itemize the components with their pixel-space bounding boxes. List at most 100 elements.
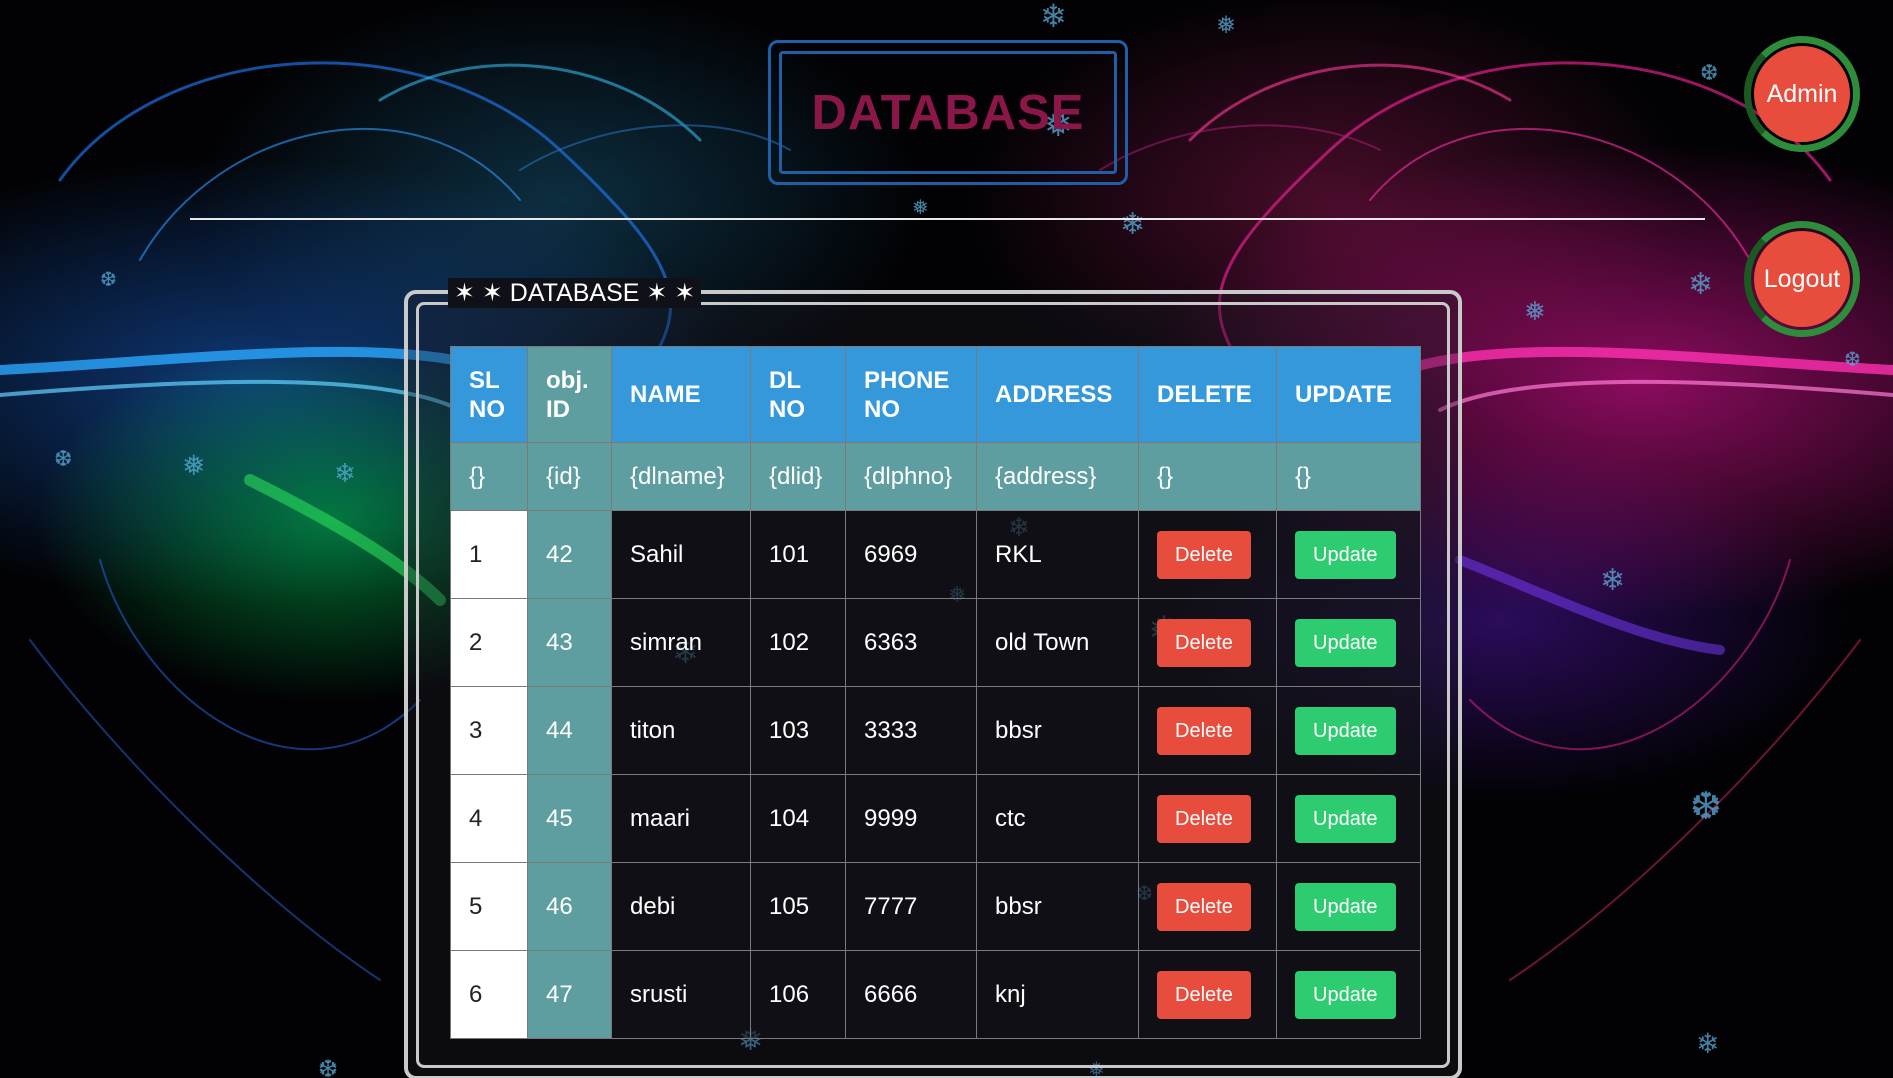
snowflake-icon: ❆ xyxy=(318,1056,339,1078)
cell-sl-no: 1 xyxy=(450,510,528,599)
column-header-dl-no: DL NO xyxy=(750,346,846,443)
snowflake-icon: ❄ xyxy=(1688,268,1714,301)
column-header-update: UPDATE xyxy=(1276,346,1421,443)
cell-address: old Town xyxy=(976,598,1139,687)
cell-delete: Delete xyxy=(1138,510,1277,599)
cell-update: Update xyxy=(1276,862,1421,951)
cell-phone-no: 7777 xyxy=(845,862,977,951)
delete-button[interactable]: Delete xyxy=(1157,706,1251,755)
cell-sl-no: 2 xyxy=(450,598,528,687)
database-panel-legend: ✶ ✶ DATABASE ✶ ✶ xyxy=(448,278,702,308)
placeholder-cell: {address} xyxy=(976,442,1139,511)
logout-button-ring: Logout xyxy=(1744,221,1860,337)
cell-name: titon xyxy=(611,686,751,775)
snowflake-icon: ❅ xyxy=(1524,296,1546,326)
cell-update: Update xyxy=(1276,510,1421,599)
cell-obj-id: 47 xyxy=(527,950,612,1039)
column-header-name: NAME xyxy=(611,346,751,443)
placeholder-cell: {id} xyxy=(527,442,612,511)
placeholder-cell: {} xyxy=(1276,442,1421,511)
column-header-delete: DELETE xyxy=(1138,346,1277,443)
cell-delete: Delete xyxy=(1138,950,1277,1039)
cell-dl-no: 106 xyxy=(750,950,846,1039)
cell-dl-no: 105 xyxy=(750,862,846,951)
page-title-frame: DATABASE xyxy=(768,40,1128,185)
table-header-row: SL NO obj. ID NAME DL NO PHONE NO ADDRES… xyxy=(450,346,1421,443)
cell-name: maari xyxy=(611,774,751,863)
snowflake-icon: ❄ xyxy=(1040,0,1067,34)
update-button[interactable]: Update xyxy=(1295,882,1396,931)
table-row: 1 42 Sahil 101 6969 RKL Delete Update xyxy=(450,510,1421,599)
cell-phone-no: 3333 xyxy=(845,686,977,775)
snowflake-icon: ❄ xyxy=(1696,1028,1720,1059)
cell-delete: Delete xyxy=(1138,686,1277,775)
column-header-sl-no: SL NO xyxy=(450,346,528,443)
cell-address: bbsr xyxy=(976,686,1139,775)
cell-obj-id: 42 xyxy=(527,510,612,599)
update-button[interactable]: Update xyxy=(1295,970,1396,1019)
column-header-phone-no: PHONE NO xyxy=(845,346,977,443)
cell-address: ctc xyxy=(976,774,1139,863)
column-header-address: ADDRESS xyxy=(976,346,1139,443)
cell-update: Update xyxy=(1276,950,1421,1039)
delete-button[interactable]: Delete xyxy=(1157,970,1251,1019)
snowflake-icon: ❆ xyxy=(100,269,117,291)
cell-delete: Delete xyxy=(1138,598,1277,687)
cell-name: srusti xyxy=(611,950,751,1039)
update-button[interactable]: Update xyxy=(1295,794,1396,843)
cell-dl-no: 102 xyxy=(750,598,846,687)
cell-obj-id: 45 xyxy=(527,774,612,863)
cell-delete: Delete xyxy=(1138,774,1277,863)
placeholder-cell: {dlid} xyxy=(750,442,846,511)
snowflake-icon: ❅ xyxy=(912,197,929,219)
cell-obj-id: 43 xyxy=(527,598,612,687)
cell-sl-no: 3 xyxy=(450,686,528,775)
cell-obj-id: 44 xyxy=(527,686,612,775)
delete-button[interactable]: Delete xyxy=(1157,882,1251,931)
snowflake-icon: ❄ xyxy=(334,458,356,488)
update-button[interactable]: Update xyxy=(1295,530,1396,579)
placeholder-cell: {} xyxy=(450,442,528,511)
table-row: 6 47 srusti 106 6666 knj Delete Update xyxy=(450,950,1421,1039)
cell-address: bbsr xyxy=(976,862,1139,951)
delete-button[interactable]: Delete xyxy=(1157,794,1251,843)
cell-dl-no: 104 xyxy=(750,774,846,863)
cell-phone-no: 6666 xyxy=(845,950,977,1039)
cell-delete: Delete xyxy=(1138,862,1277,951)
page-title: DATABASE xyxy=(811,85,1085,140)
cell-address: knj xyxy=(976,950,1139,1039)
page-title-inner-frame: DATABASE xyxy=(779,51,1117,174)
cell-address: RKL xyxy=(976,510,1139,599)
cell-update: Update xyxy=(1276,774,1421,863)
cell-phone-no: 9999 xyxy=(845,774,977,863)
update-button[interactable]: Update xyxy=(1295,618,1396,667)
admin-button[interactable]: Admin xyxy=(1754,46,1850,142)
database-table: SL NO obj. ID NAME DL NO PHONE NO ADDRES… xyxy=(450,346,1421,1039)
snowflake-icon: ❆ xyxy=(54,446,73,471)
table-placeholder-row: {} {id} {dlname} {dlid} {dlphno} {addres… xyxy=(450,442,1421,511)
cell-obj-id: 46 xyxy=(527,862,612,951)
header-divider xyxy=(190,218,1705,220)
cell-sl-no: 5 xyxy=(450,862,528,951)
cell-name: Sahil xyxy=(611,510,751,599)
column-header-obj-id: obj. ID xyxy=(527,346,612,443)
snowflake-icon: ❄ xyxy=(1600,564,1626,597)
snowflake-icon: ❅ xyxy=(1216,12,1237,39)
page-background: ❄ ❅ ❆ ❅ ❄ ❅ ❆ ❄ ❅ ❆ ❆ ❅ ❄ ❄ ❄ ❅ ❅ ❄ ❆ ❆ … xyxy=(0,0,1893,1078)
logout-button[interactable]: Logout xyxy=(1754,231,1850,327)
update-button[interactable]: Update xyxy=(1295,706,1396,755)
cell-name: debi xyxy=(611,862,751,951)
delete-button[interactable]: Delete xyxy=(1157,530,1251,579)
cell-sl-no: 4 xyxy=(450,774,528,863)
table-row: 4 45 maari 104 9999 ctc Delete Update xyxy=(450,774,1421,863)
cell-update: Update xyxy=(1276,598,1421,687)
snowflake-icon: ❅ xyxy=(182,450,206,481)
delete-button[interactable]: Delete xyxy=(1157,618,1251,667)
database-panel: ✶ ✶ DATABASE ✶ ✶ SL NO obj. ID NAME DL N… xyxy=(404,278,1462,1078)
cell-sl-no: 6 xyxy=(450,950,528,1039)
placeholder-cell: {dlphno} xyxy=(845,442,977,511)
cell-update: Update xyxy=(1276,686,1421,775)
cell-dl-no: 101 xyxy=(750,510,846,599)
admin-button-ring: Admin xyxy=(1744,36,1860,152)
table-row: 5 46 debi 105 7777 bbsr Delete Update xyxy=(450,862,1421,951)
